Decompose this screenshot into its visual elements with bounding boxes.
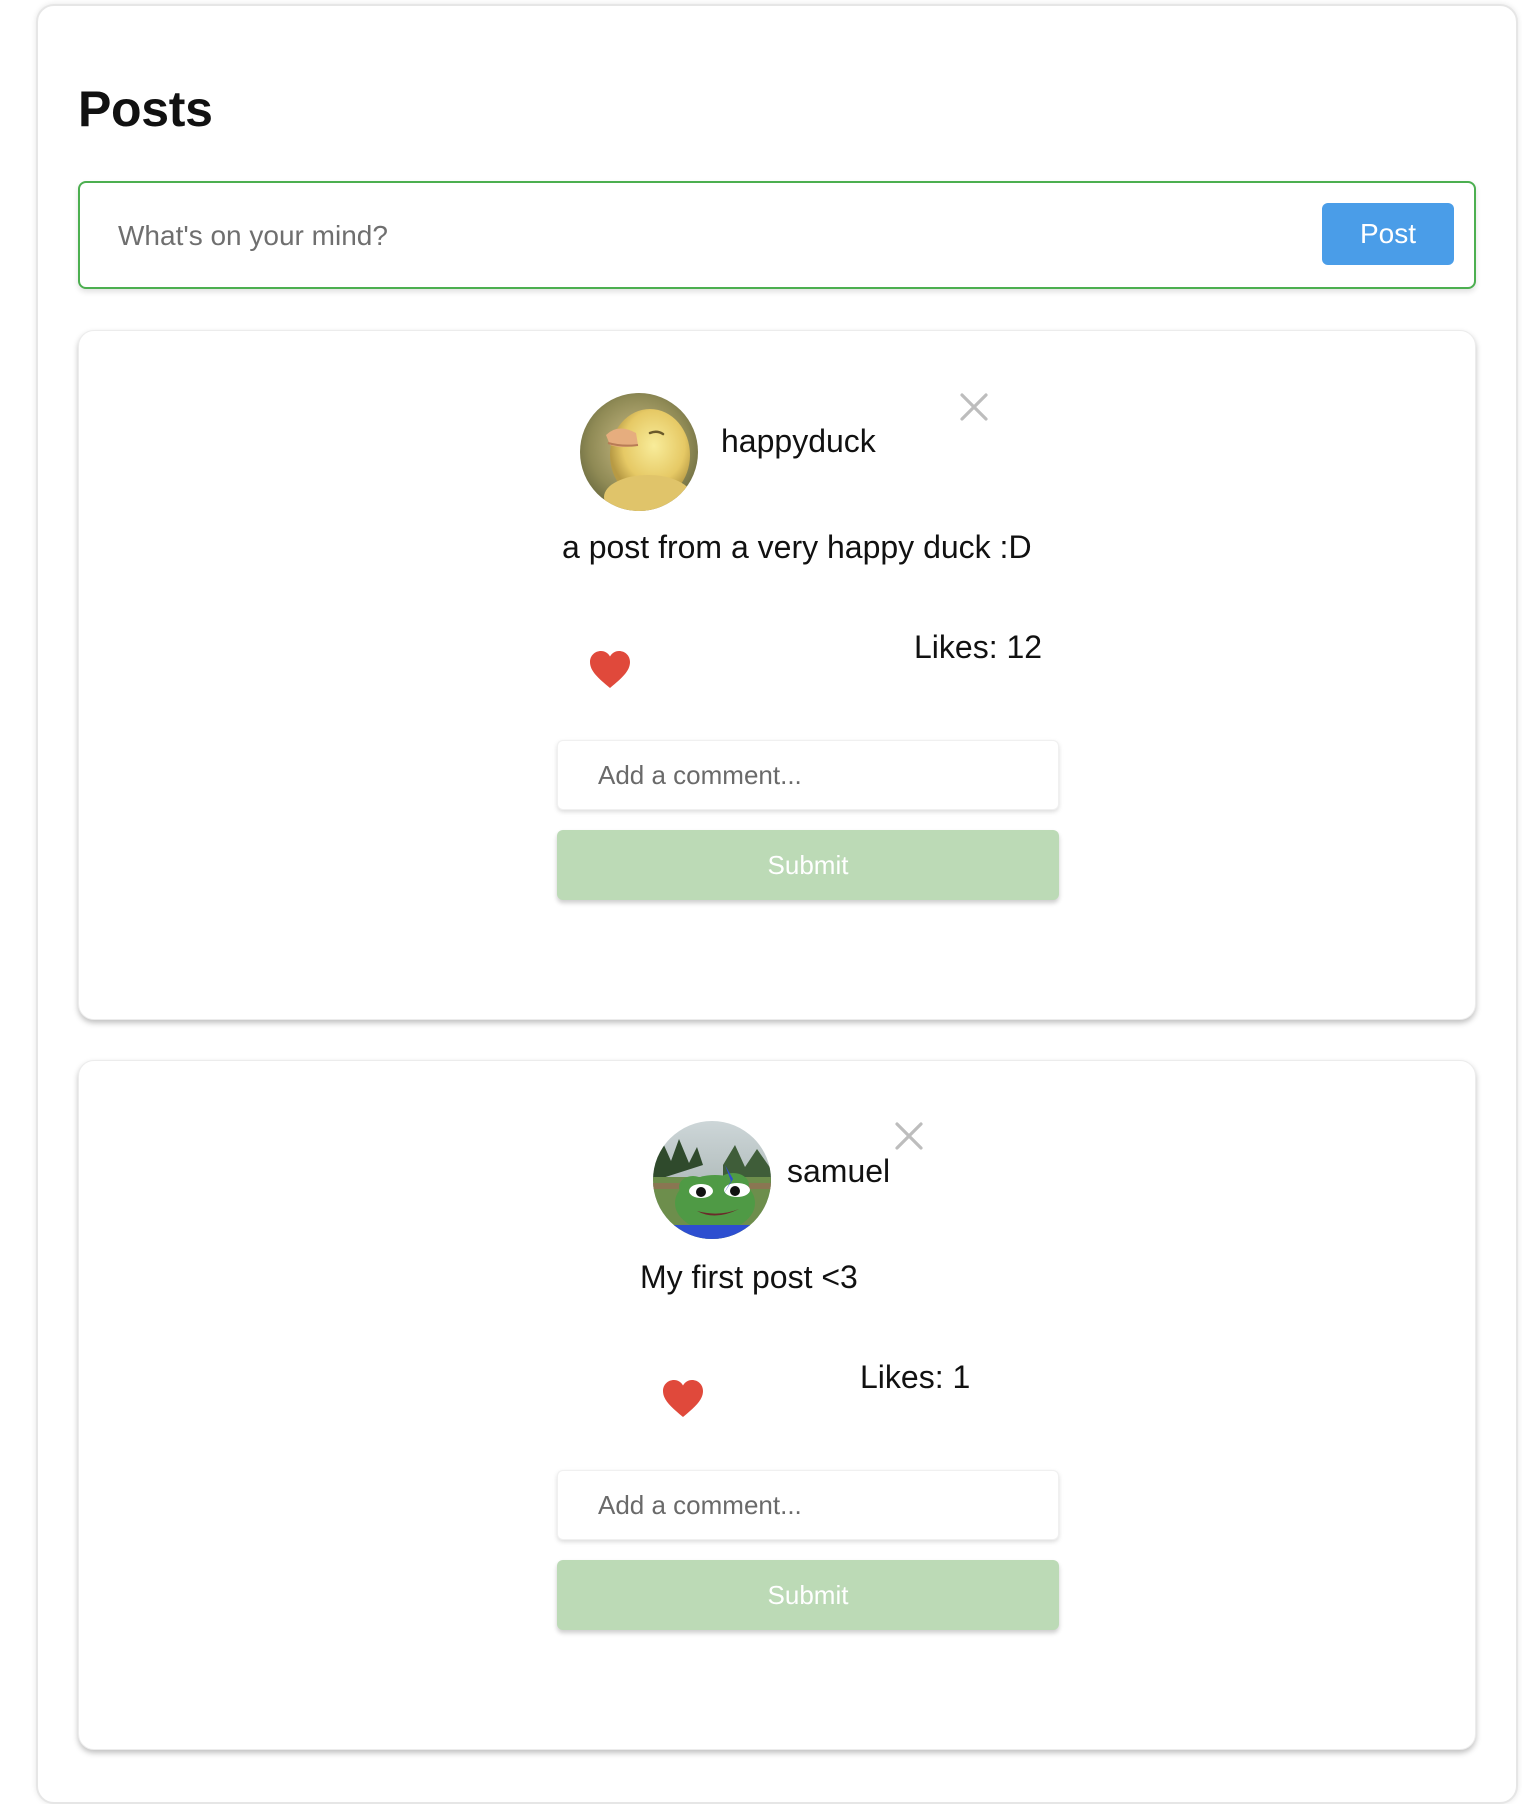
post-input[interactable] bbox=[116, 207, 1220, 265]
likes-label: Likes: bbox=[914, 629, 1007, 665]
comment-input[interactable] bbox=[557, 1470, 1059, 1540]
heart-icon bbox=[661, 1379, 705, 1419]
post-username: happyduck bbox=[721, 423, 876, 459]
avatar bbox=[653, 1121, 771, 1239]
like-button[interactable] bbox=[588, 650, 632, 690]
likes-counter: Likes: 12 bbox=[914, 631, 1042, 663]
comment-input[interactable] bbox=[557, 740, 1059, 810]
post-username: samuel bbox=[787, 1153, 891, 1189]
like-button[interactable] bbox=[661, 1379, 705, 1419]
likes-label: Likes: bbox=[860, 1359, 953, 1395]
likes-counter: Likes: 1 bbox=[860, 1361, 970, 1393]
page-title: Posts bbox=[78, 81, 213, 137]
post-content: My first post <3 bbox=[640, 1259, 858, 1295]
avatar bbox=[580, 393, 698, 511]
likes-count: 1 bbox=[952, 1359, 971, 1395]
post-composer: Post bbox=[78, 181, 1476, 289]
submit-comment-button[interactable]: Submit bbox=[557, 1560, 1059, 1630]
post-card: happyduck a post from a very happy duck … bbox=[78, 330, 1476, 1020]
post-button[interactable]: Post bbox=[1322, 203, 1454, 265]
delete-post-button[interactable] bbox=[957, 390, 991, 424]
submit-comment-button[interactable]: Submit bbox=[557, 830, 1059, 900]
heart-icon bbox=[588, 650, 632, 690]
duck-avatar-image bbox=[580, 393, 698, 511]
close-icon bbox=[957, 390, 991, 424]
likes-count: 12 bbox=[1006, 629, 1043, 665]
delete-post-button[interactable] bbox=[892, 1119, 926, 1153]
post-card: samuel My first post <3 Likes: 1 Submit bbox=[78, 1060, 1476, 1750]
close-icon bbox=[892, 1119, 926, 1153]
frog-avatar-image bbox=[653, 1121, 771, 1239]
post-content: a post from a very happy duck :D bbox=[562, 529, 1032, 565]
